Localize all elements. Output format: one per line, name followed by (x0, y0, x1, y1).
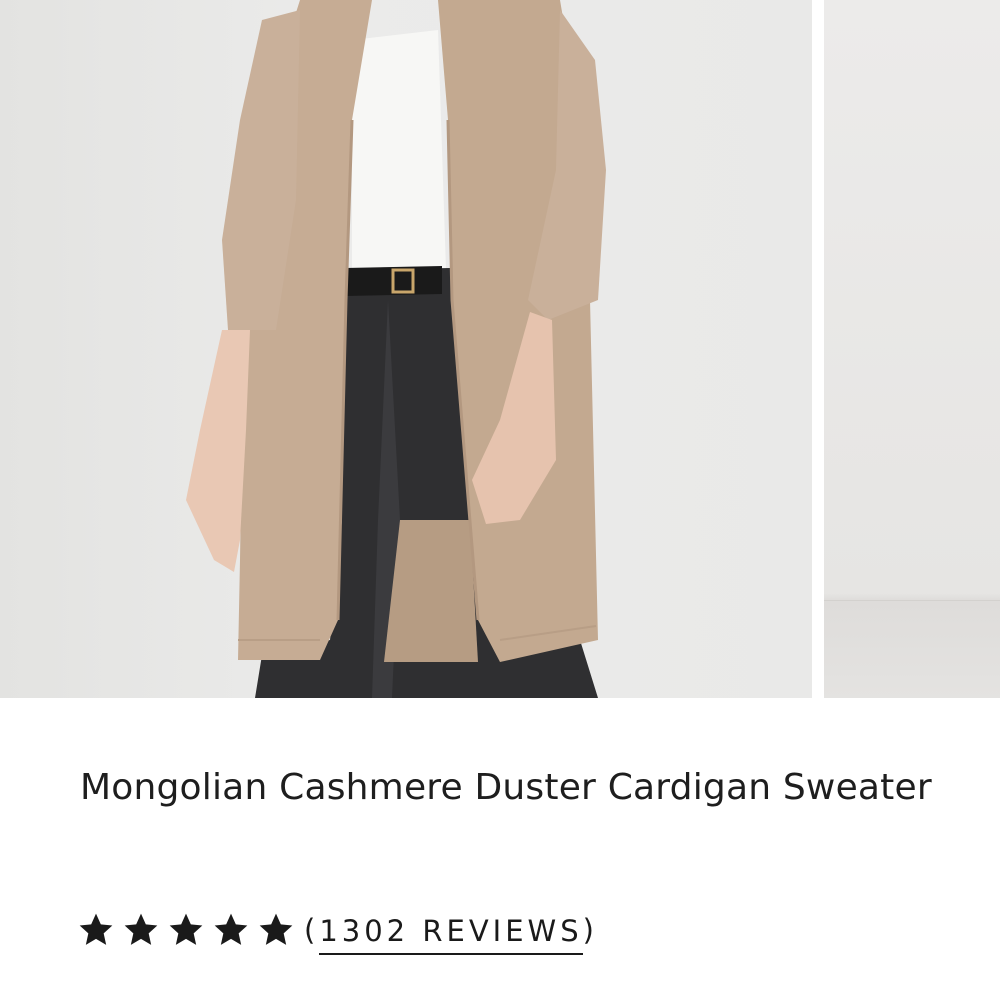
star-icon (214, 913, 248, 945)
reviews-open-paren: ( (304, 913, 320, 947)
product-image-gallery[interactable] (0, 0, 1000, 698)
model-wearing-cardigan-illustration (186, 0, 606, 698)
star-icon (259, 913, 293, 945)
product-title: Mongolian Cashmere Duster Cardigan Sweat… (80, 767, 932, 808)
reviews-link[interactable]: ( 1302 REVIEWS ) (304, 913, 598, 955)
product-image-main[interactable] (0, 0, 812, 698)
reviews-close-paren: ) (582, 913, 598, 947)
star-icon (79, 913, 113, 945)
product-info: Mongolian Cashmere Duster Cardigan Sweat… (80, 760, 940, 816)
reviews-count-label[interactable]: 1302 REVIEWS (319, 914, 583, 955)
star-rating (76, 910, 296, 950)
star-icon (169, 913, 203, 945)
star-icon (124, 913, 158, 945)
product-image-next[interactable] (824, 0, 1000, 698)
product-rating: ( 1302 REVIEWS ) (76, 908, 598, 955)
image-floor-line (824, 600, 1000, 601)
